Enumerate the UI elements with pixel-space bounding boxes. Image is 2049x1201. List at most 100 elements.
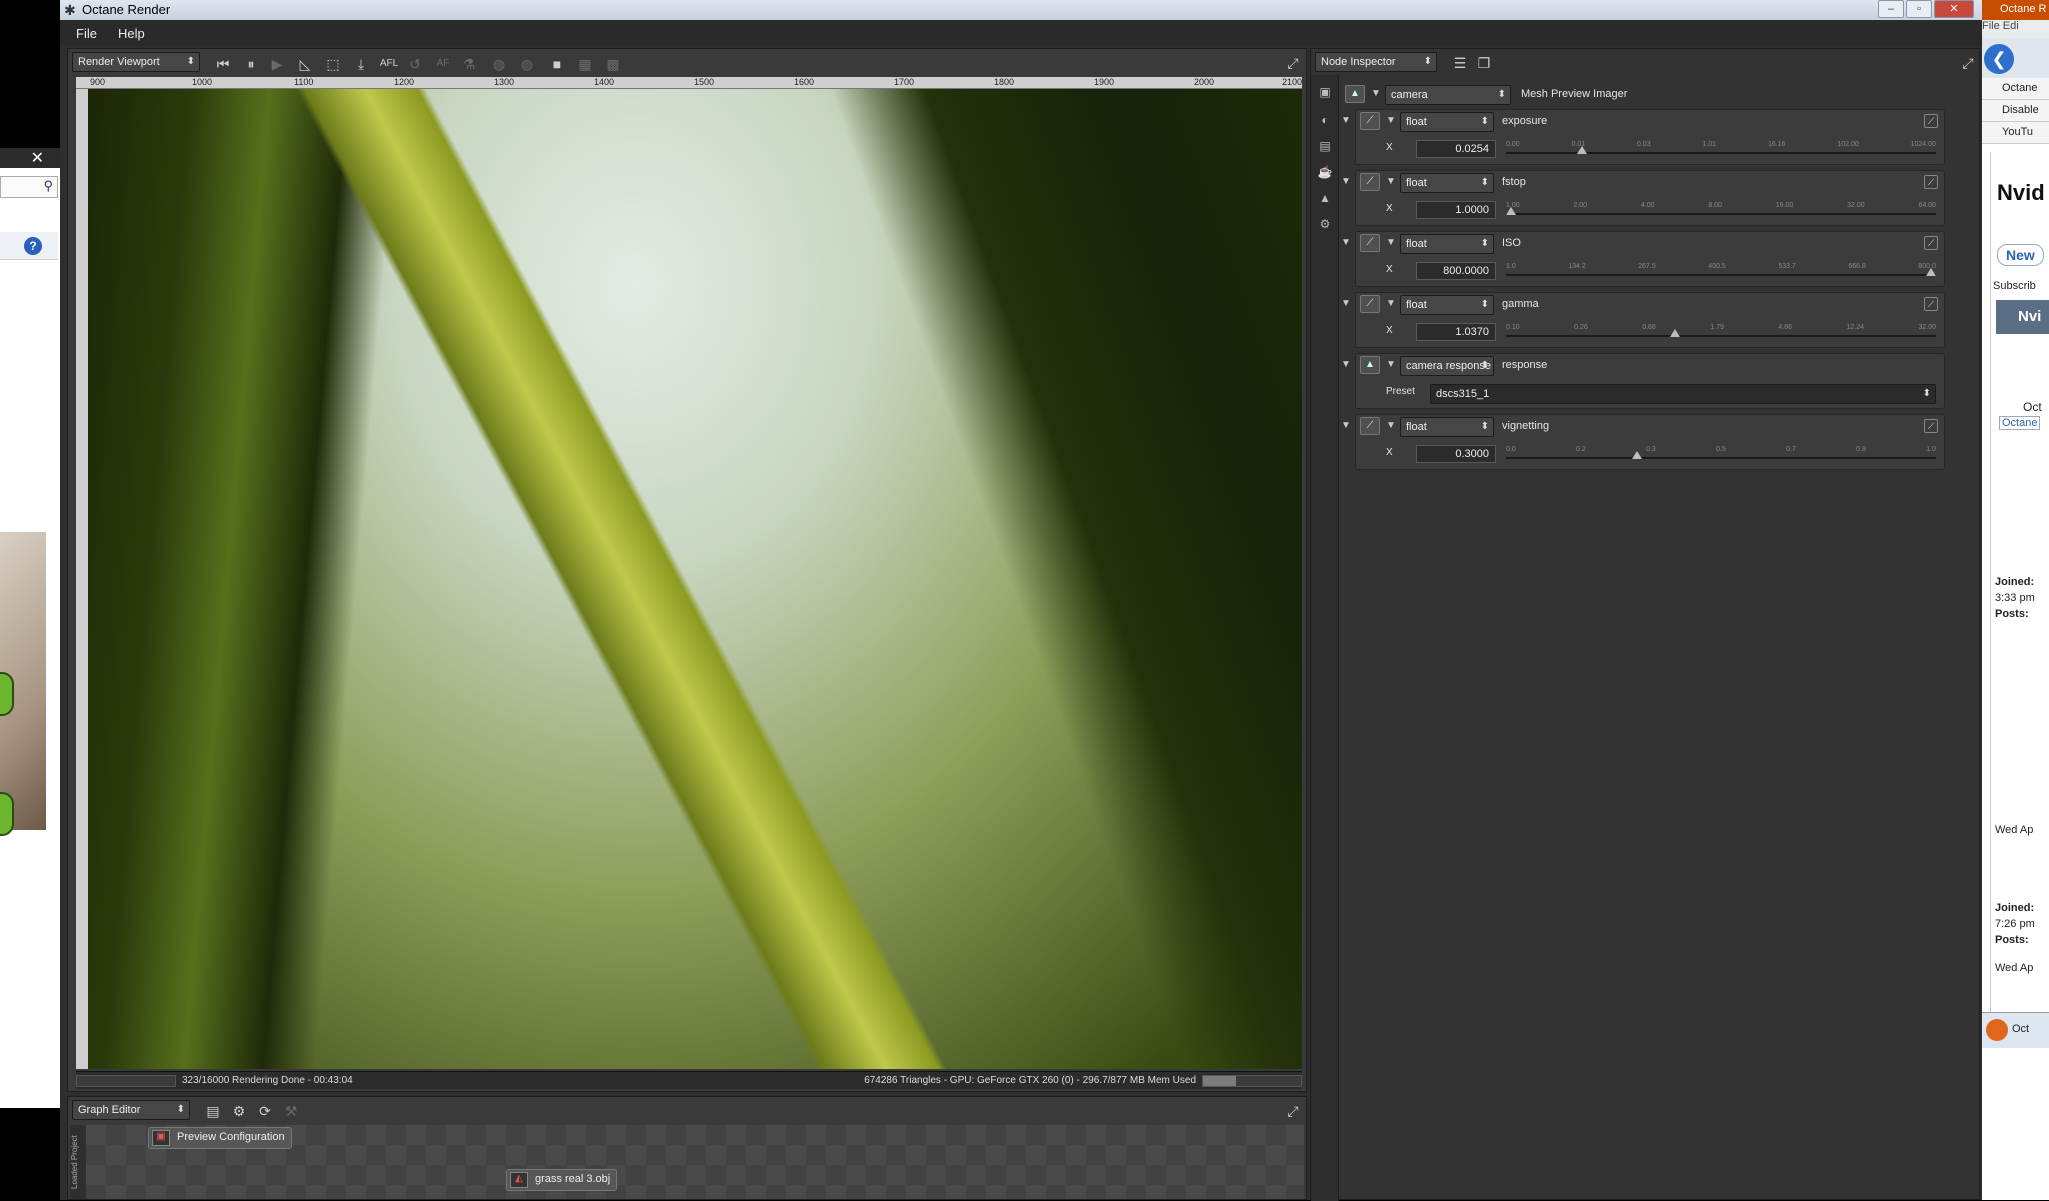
bookmark-item[interactable]: Disable	[1982, 100, 2049, 122]
collapse-arrow-icon[interactable]: ▼	[1386, 420, 1396, 431]
graph-add-icon[interactable]: ▤	[202, 1100, 224, 1122]
slider-handle[interactable]	[1577, 146, 1588, 154]
param-slider[interactable]: 0.10 0.26 0.68 1.79 4.66 12.24 32.00	[1506, 324, 1936, 340]
param-slider[interactable]: 1.00 2.00 4.00 8.00 16.00 32.00 64.00	[1506, 202, 1936, 218]
autofocus-lock-button[interactable]: AFL	[378, 53, 400, 75]
menu-file[interactable]: File	[76, 26, 97, 41]
response-node-icon[interactable]: ▲	[1360, 356, 1380, 374]
graph-icon[interactable]: ⚙	[1317, 217, 1333, 233]
curve-toggle-icon[interactable]: ⟋	[1924, 175, 1938, 189]
grid-icon[interactable]: ▦	[574, 53, 596, 75]
param-value-field[interactable]: 800.0000	[1416, 262, 1496, 280]
graph-layout-icon[interactable]: ⚒	[280, 1100, 302, 1122]
play-icon[interactable]: ▶	[266, 53, 288, 75]
render-image[interactable]	[88, 89, 1302, 1069]
tree-arrow-icon[interactable]: ▼	[1341, 359, 1351, 370]
param-value-field[interactable]: 1.0370	[1416, 323, 1496, 341]
maximize-panel-icon[interactable]: ⤢	[1282, 52, 1304, 74]
graph-node-preview-configuration[interactable]: ▣ Preview Configuration	[148, 1127, 292, 1149]
undo-icon[interactable]: ↺	[404, 53, 426, 75]
checker-icon[interactable]: ▩	[602, 53, 624, 75]
graph-panel-type-select[interactable]: Graph Editor ⬍	[72, 1100, 190, 1120]
panel-type-select[interactable]: Render Viewport ⬍	[72, 52, 200, 72]
material-pick-icon[interactable]: ⚗	[458, 53, 480, 75]
tree-arrow-icon[interactable]: ▼	[1341, 237, 1351, 248]
float-node-icon[interactable]: ⟋	[1360, 417, 1380, 435]
pick-icon[interactable]: ⤓	[350, 53, 372, 75]
layers-icon[interactable]: ▤	[1317, 139, 1333, 155]
tree-arrow-icon[interactable]: ▼	[1341, 420, 1351, 431]
collapse-arrow-icon[interactable]: ▼	[1386, 115, 1396, 126]
tree-arrow-icon[interactable]: ▼	[1341, 298, 1351, 309]
slider-handle[interactable]	[1926, 268, 1936, 276]
maximize-graph-icon[interactable]: ⤢	[1282, 1100, 1304, 1122]
collapse-arrow-icon[interactable]: ▼	[1386, 176, 1396, 187]
window-icon[interactable]: ❐	[1473, 52, 1495, 74]
camera-icon[interactable]: ◐	[1317, 113, 1333, 129]
float-node-icon[interactable]: ⟋	[1360, 173, 1380, 191]
subscribe-link[interactable]: Subscrib	[1993, 280, 2036, 292]
param-type-select[interactable]: float ⬍	[1400, 173, 1494, 193]
collapse-arrow-icon[interactable]: ▼	[1386, 237, 1396, 248]
new-topic-button[interactable]: New	[1997, 244, 2044, 266]
param-type-select[interactable]: camera response ⬍	[1400, 356, 1494, 376]
back-arrow-icon[interactable]: ❮	[1984, 44, 2014, 74]
float-node-icon[interactable]: ⟋	[1360, 112, 1380, 130]
maximize-icon[interactable]: ▫	[1906, 0, 1932, 18]
param-type-select[interactable]: float ⬍	[1400, 234, 1494, 254]
maximize-inspector-icon[interactable]: ⤢	[1957, 52, 1979, 74]
image-node-icon[interactable]: ▲	[1345, 85, 1365, 103]
help-icon[interactable]: ?	[24, 237, 42, 255]
collapse-arrow-icon[interactable]: ▼	[1386, 359, 1396, 370]
float-node-icon[interactable]: ⟋	[1360, 234, 1380, 252]
menu-help[interactable]: Help	[118, 26, 145, 41]
teapot-icon[interactable]: ☕	[1317, 165, 1333, 181]
tree-arrow-icon[interactable]: ▼	[1341, 176, 1351, 187]
graph-node-mesh[interactable]: ◭ grass real 3.obj	[506, 1169, 618, 1191]
close-window-icon[interactable]: ✕	[1934, 0, 1974, 18]
graph-connect-icon[interactable]: ⚙	[228, 1100, 250, 1122]
search-icon[interactable]: ⚲	[43, 178, 53, 194]
imager-icon[interactable]: ▲	[1317, 191, 1333, 207]
param-slider[interactable]: 0.0 0.2 0.3 0.5 0.7 0.8 1.0	[1506, 446, 1936, 462]
browser-menu[interactable]: File Edi	[1982, 20, 2049, 38]
curve-toggle-icon[interactable]: ⟋	[1924, 236, 1938, 250]
close-icon[interactable]: ✕	[31, 148, 44, 168]
taskbar-button[interactable]: Oct	[1982, 1012, 2049, 1048]
slider-handle[interactable]	[1632, 451, 1642, 459]
bookmark-item[interactable]: Octane	[1982, 78, 2049, 100]
minimize-icon[interactable]: –	[1878, 0, 1904, 18]
sphere-alt-icon[interactable]: ◍	[516, 53, 538, 75]
graph-canvas[interactable]: ▣ Preview Configuration ◭ grass real 3.obj	[86, 1125, 1304, 1199]
rewind-icon[interactable]: ⏮	[212, 53, 234, 75]
param-value-field[interactable]: 1.0000	[1416, 201, 1496, 219]
inspector-type-select[interactable]: Node Inspector ⬍	[1315, 52, 1437, 72]
square-icon[interactable]: ■	[546, 53, 568, 75]
post-link[interactable]: Octane	[1999, 416, 2041, 430]
param-value-field[interactable]: 0.3000	[1416, 445, 1496, 463]
preset-select[interactable]: dscs315_1 ⬍	[1430, 384, 1936, 404]
param-type-select[interactable]: float ⬍	[1400, 112, 1494, 132]
autofocus-button[interactable]: AF	[432, 53, 454, 75]
sphere-icon[interactable]: ◍	[488, 53, 510, 75]
curve-toggle-icon[interactable]: ⟋	[1924, 114, 1938, 128]
bookmark-item[interactable]: YouTu	[1982, 122, 2049, 144]
graph-refresh-icon[interactable]: ⟳	[254, 1100, 276, 1122]
curve-toggle-icon[interactable]: ⟋	[1924, 297, 1938, 311]
collapse-icon[interactable]: ☰	[1449, 52, 1471, 74]
collapse-arrow-icon[interactable]: ▼	[1371, 88, 1381, 99]
param-value-field[interactable]: 0.0254	[1416, 140, 1496, 158]
collapse-arrow-icon[interactable]: ▼	[1386, 298, 1396, 309]
background-search-field[interactable]: ⚲	[0, 176, 58, 198]
forum-title-bar[interactable]: Nvi	[1996, 300, 2049, 334]
pause-icon[interactable]: ⏸	[240, 53, 262, 75]
param-slider[interactable]: 1.0 134.2 267.5 400.5 533.7 666.8 800.0	[1506, 263, 1936, 279]
image-icon[interactable]: ▣	[1317, 85, 1333, 101]
curve-toggle-icon[interactable]: ⟋	[1924, 419, 1938, 433]
camera-origin-icon[interactable]: ◺	[294, 53, 316, 75]
root-node-select[interactable]: camera ⬍	[1385, 85, 1511, 105]
param-type-select[interactable]: float ⬍	[1400, 417, 1494, 437]
float-node-icon[interactable]: ⟋	[1360, 295, 1380, 313]
tree-arrow-icon[interactable]: ▼	[1341, 115, 1351, 126]
slider-handle[interactable]	[1669, 329, 1680, 337]
